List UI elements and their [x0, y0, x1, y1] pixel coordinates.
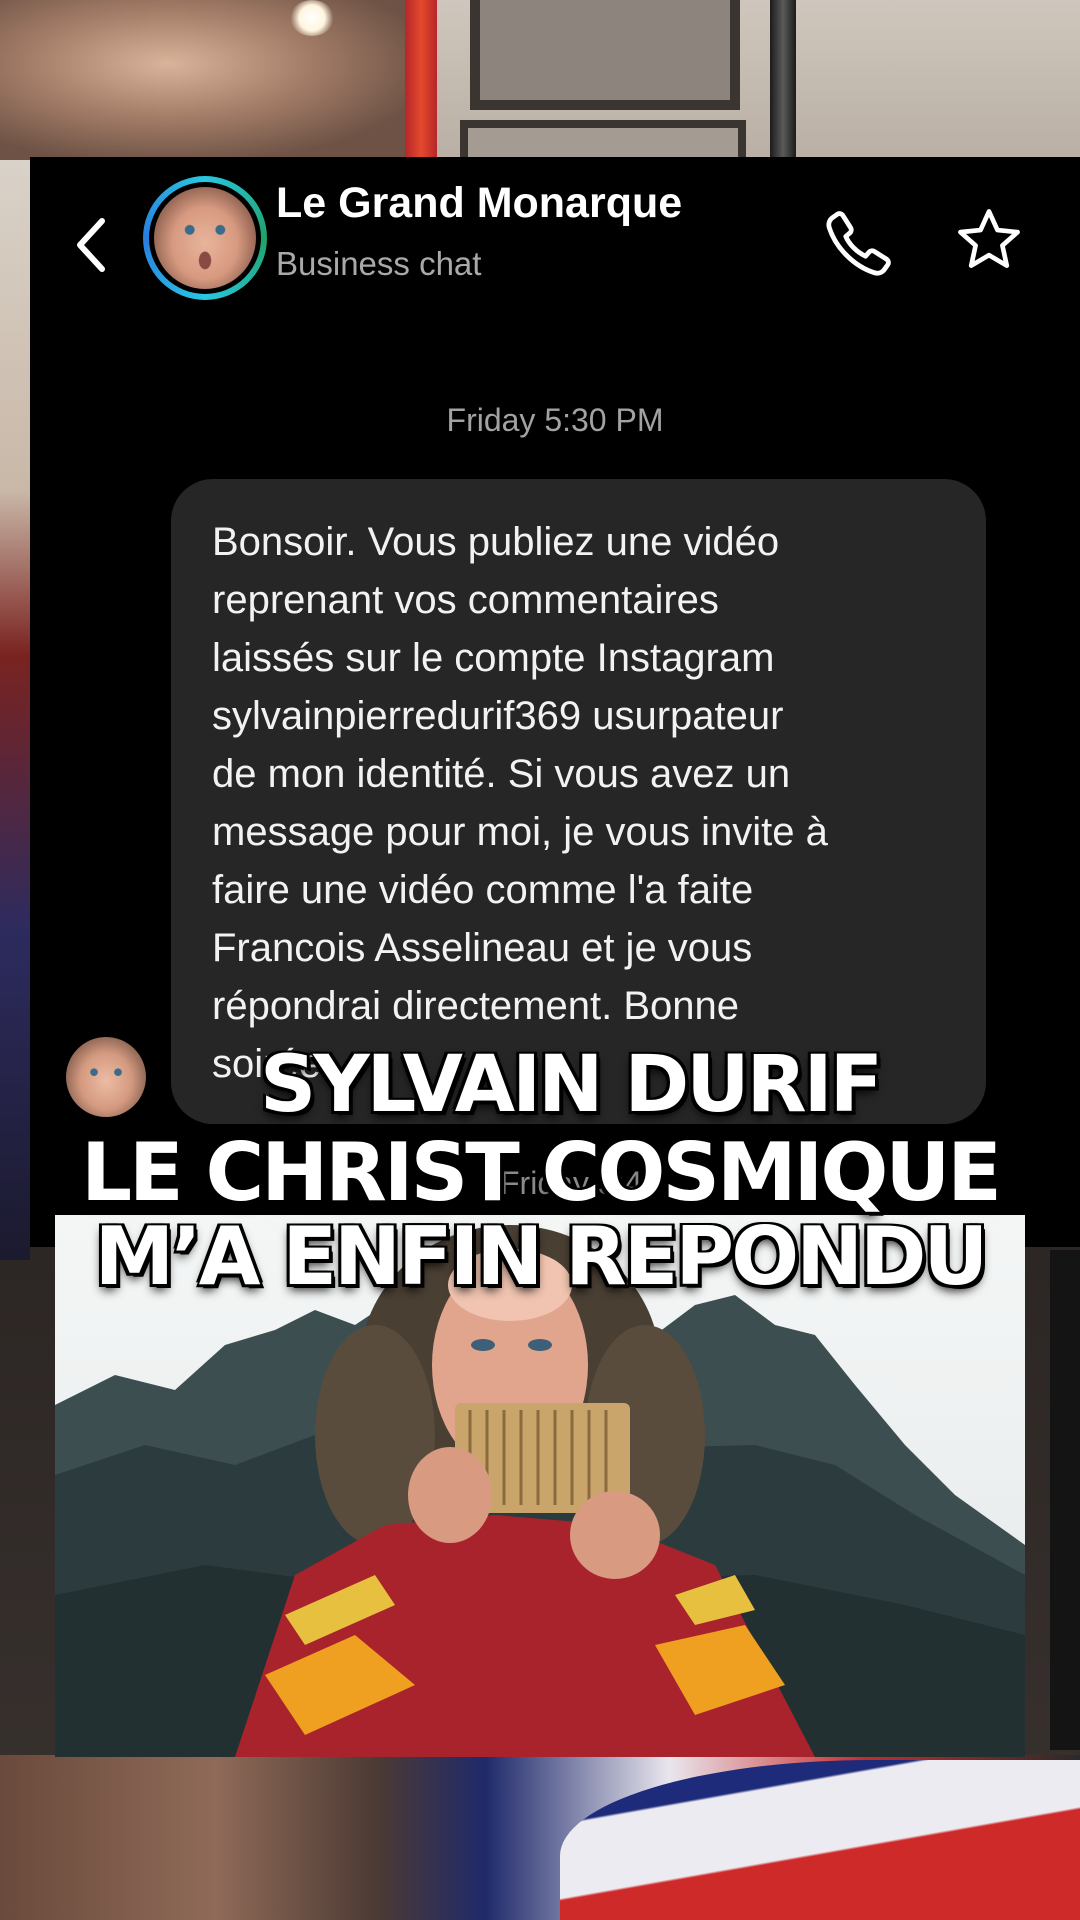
- contact-name[interactable]: Le Grand Monarque: [276, 179, 682, 228]
- message-bubble[interactable]: Bonsoir. Vous publiez une vidéo reprenan…: [171, 479, 986, 1124]
- phone-icon[interactable]: [823, 207, 895, 279]
- title-line-3: M’A ENFIN REPONDU: [94, 1210, 989, 1303]
- chevron-left-icon[interactable]: [72, 215, 112, 275]
- message-timestamp: Friday 5:30 PM: [446, 402, 664, 438]
- ceiling-light: [290, 0, 334, 36]
- mic-stand: [770, 0, 796, 160]
- background-right-edge: [1050, 1250, 1080, 1750]
- background-stripe: [405, 0, 437, 160]
- title-line-1: SYLVAIN DURIF: [260, 1040, 883, 1130]
- background-poster: [0, 0, 420, 160]
- contact-avatar[interactable]: [143, 176, 267, 300]
- contact-subtitle: Business chat: [276, 245, 482, 282]
- star-icon[interactable]: [954, 205, 1024, 275]
- picture-frame: [470, 0, 740, 110]
- avatar-face: [154, 187, 256, 289]
- message-text: Bonsoir. Vous publiez une vidéo reprenan…: [212, 520, 828, 1086]
- title-line-2: LE CHRIST COSMIQUE: [81, 1126, 1002, 1219]
